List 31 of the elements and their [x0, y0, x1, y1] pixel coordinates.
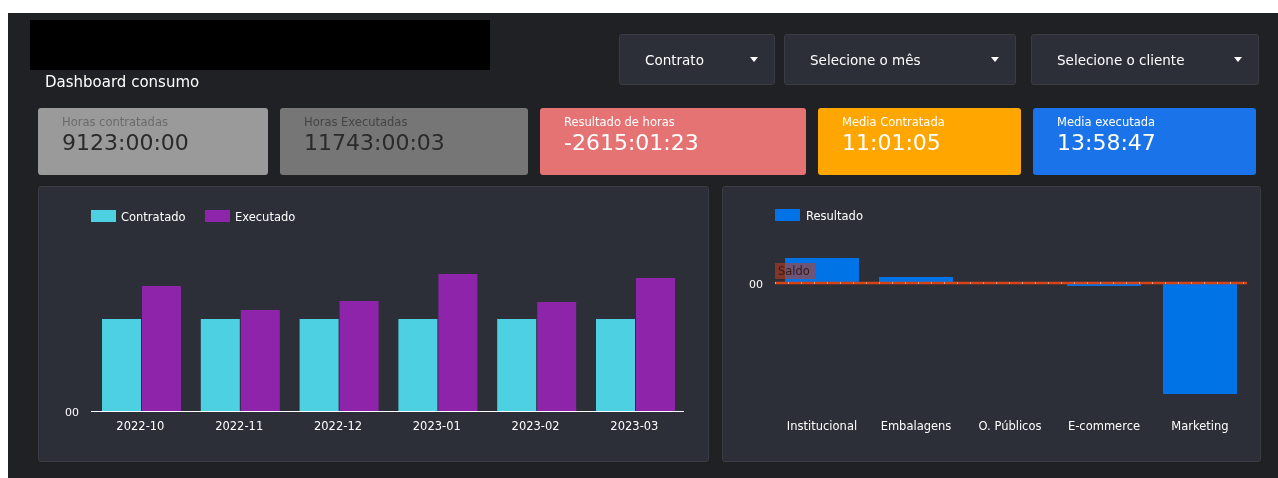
category-label: E-commerce [1067, 419, 1141, 433]
kpi-value: 11:01:05 [842, 130, 941, 155]
category-label: Institucional [786, 419, 858, 433]
axis-tick-label: 00 [65, 406, 79, 419]
kpi-value: 9123:00:00 [62, 130, 189, 155]
legend-label: Executado [235, 210, 296, 224]
category-label: Embalagens [880, 419, 952, 433]
dashboard-title: Dashboard consumo [45, 73, 201, 91]
kpi-value: -2615:01:23 [564, 130, 699, 155]
filter-dropdown[interactable]: Selecione o mês [784, 34, 1016, 85]
legend-label: Contratado [121, 210, 186, 224]
kpi-label: Media executada [1057, 115, 1156, 129]
category-label: O. Públicos [978, 419, 1042, 433]
kpi-label: Resultado de horas [564, 115, 675, 129]
filter-dropdown[interactable]: Selecione o cliente [1031, 34, 1259, 85]
caret-icon [991, 57, 999, 62]
category-label: 2023-03 [610, 419, 659, 433]
category-label: 2022-10 [116, 419, 165, 433]
kpi-value: 11743:00:03 [304, 130, 445, 155]
category-label: 2023-02 [511, 419, 560, 433]
category-label: Marketing [1171, 419, 1229, 433]
category-label: 2022-12 [313, 419, 363, 433]
legend-label: Resultado [806, 209, 863, 223]
kpi-value: 13:58:47 [1057, 130, 1156, 155]
caret-icon [750, 57, 758, 62]
filter-dropdown[interactable]: Contrato [619, 34, 775, 85]
category-label: 2023-01 [412, 419, 461, 433]
kpi-label: Media Contratada [842, 115, 945, 129]
caret-icon [1234, 57, 1242, 62]
axis-tick-label: 00 [749, 278, 763, 291]
category-label: 2022-11 [215, 419, 264, 433]
